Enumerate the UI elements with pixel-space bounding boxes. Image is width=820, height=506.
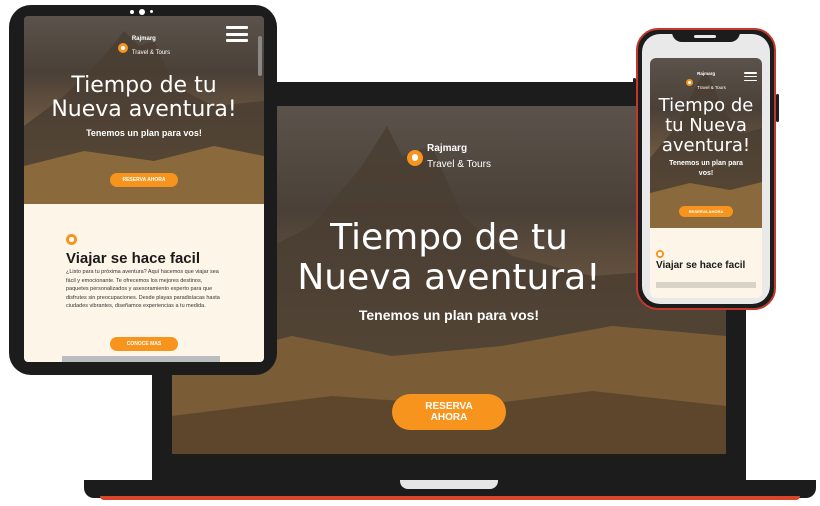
brand-name: Rajmarg (697, 71, 716, 76)
hamburger-menu-icon[interactable] (226, 26, 248, 42)
scrollbar[interactable] (258, 36, 262, 76)
brand-name: Rajmarg (131, 36, 156, 42)
brand-logo[interactable]: Rajmarg Travel & Tours (686, 71, 726, 94)
about-text: ¿Listo para tu próxima aventura? Aquí ha… (66, 269, 220, 310)
location-pin-icon (66, 234, 77, 245)
location-pin-icon (117, 42, 128, 53)
tablet-hero: Rajmarg Travel & Tours Tiempo de tu Nuev… (24, 16, 264, 204)
phone-side-button (776, 94, 779, 122)
about-section: Viajar se hace facil ¿Listo para tu próx… (24, 204, 264, 362)
brand-tagline: Travel & Tours (427, 158, 491, 170)
hero-subtitle: Tenemos un plan para vos! (86, 128, 202, 139)
learn-more-button[interactable]: CONOCE MAS (110, 337, 178, 351)
phone-hero: Rajmarg Travel & Tours Tiempo de tu Nuev… (650, 58, 762, 228)
hero-title-line3: aventura! (661, 134, 751, 156)
hero-title-line2: tu Nueva (665, 114, 747, 136)
laptop-base-accent (100, 496, 800, 500)
laptop-notch (400, 480, 498, 489)
hero-subtitle: Tenemos un plan para vos! (669, 160, 743, 177)
brand-logo[interactable]: Rajmarg Travel & Tours (407, 143, 491, 171)
phone-screen: Rajmarg Travel & Tours Tiempo de tu Nuev… (650, 58, 762, 298)
location-pin-icon (407, 149, 424, 166)
tablet-camera (139, 9, 145, 15)
next-section-preview (656, 282, 756, 288)
tablet-camera (130, 10, 134, 14)
hamburger-menu-icon[interactable] (744, 72, 757, 81)
hero-title-line1: Tiempo de (658, 95, 754, 116)
reserve-button[interactable]: RESERVA AHORA (678, 206, 734, 217)
phone-speaker (694, 35, 716, 38)
brand-logo[interactable]: Rajmarg Travel & Tours (117, 36, 171, 59)
location-pin-icon (686, 79, 694, 87)
location-pin-icon (656, 250, 664, 258)
brand-tagline: Travel & Tours (697, 84, 726, 90)
about-title: Viajar se hace facil (66, 250, 200, 267)
reserve-button[interactable]: RESERVA AHORA (110, 173, 178, 187)
about-title: Viajar se hace facil (656, 260, 746, 271)
hero-title-line2: Nueva aventura! (51, 97, 237, 123)
tablet-camera (150, 10, 153, 13)
brand-name: Rajmarg (427, 143, 468, 154)
brand-tagline: Travel & Tours (131, 50, 171, 57)
about-section: Viajar se hace facil (650, 228, 762, 298)
next-section-preview (62, 356, 220, 362)
reserve-button[interactable]: RESERVA AHORA (392, 394, 506, 430)
tablet-screen: Rajmarg Travel & Tours Tiempo de tu Nuev… (24, 16, 264, 362)
hero-title-line1: Tiempo de tu (71, 73, 217, 98)
